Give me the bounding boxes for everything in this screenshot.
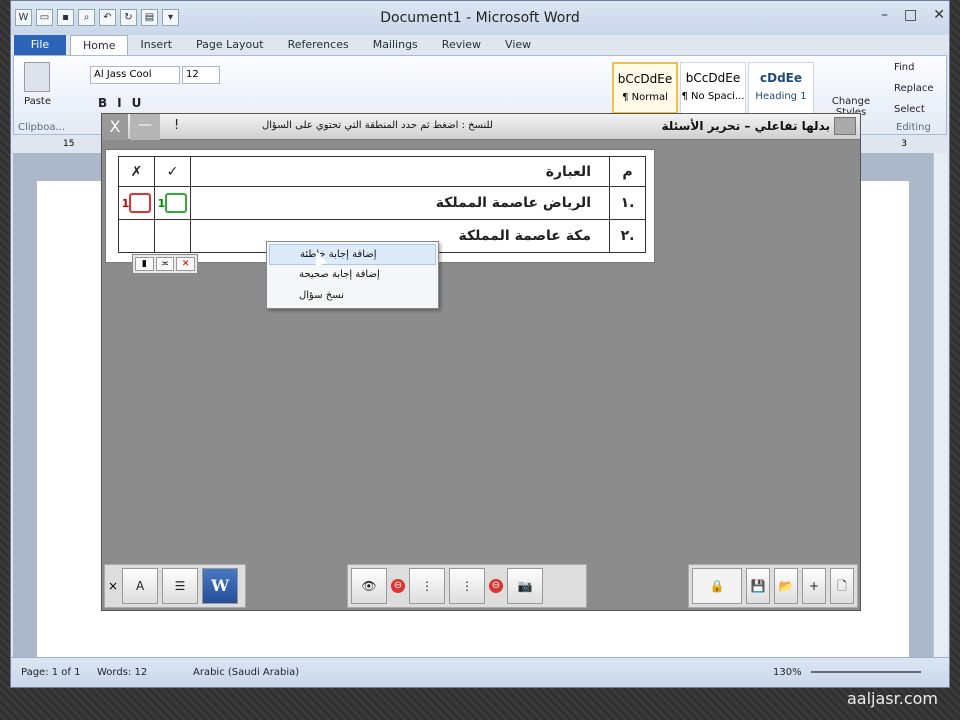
menu-item-copy-question[interactable]: نسخ سؤال [269, 286, 436, 307]
dialog-close-button[interactable]: X [102, 114, 128, 140]
tab-view[interactable]: View [493, 35, 543, 55]
mini-toolbar: ▮ ≍ ✕ [132, 254, 198, 274]
style-heading-1[interactable]: cDdEe Heading 1 [748, 62, 814, 114]
find-button[interactable]: Find [894, 62, 915, 73]
tab-home[interactable]: Home [70, 35, 129, 55]
open-folder-icon[interactable]: 📂 [774, 568, 798, 604]
tab-insert[interactable]: Insert [128, 35, 184, 55]
dialog-option-button[interactable] [834, 117, 856, 135]
text-box-icon[interactable]: A [122, 568, 159, 604]
insert-above-icon[interactable]: ⋮ [449, 568, 485, 604]
style-no-spacing[interactable]: bCcDdEe ¶ No Spaci... [680, 62, 746, 114]
status-bar: Page: 1 of 1 Words: 12 Arabic (Saudi Ara… [11, 657, 949, 687]
row-number: ١. [609, 186, 646, 220]
select-button[interactable]: Select [894, 104, 925, 115]
check-header: ✓ [154, 156, 191, 187]
dialog-instruction: للنسخ : اضغط ثم حدد المنطقة التي تحتوي ع… [262, 120, 493, 131]
style-normal[interactable]: bCcDdEe ¶ Normal [612, 62, 678, 114]
bottom-toolbar-middle: 👁 ⊖ ⋮ ⋮ ⊖ 📷 [347, 564, 587, 608]
mini-toolbar-button[interactable]: ▮ [135, 257, 154, 271]
menu-item-add-right-answer[interactable]: إضافة إجابة صحيحة [269, 265, 436, 286]
vertical-scrollbar[interactable] [933, 153, 947, 657]
zoom-level[interactable]: 130% [773, 667, 802, 678]
add-icon[interactable]: + [802, 568, 826, 604]
question-editor-dialog: X — ! للنسخ : اضغط ثم حدد المنطقة التي ت… [101, 113, 861, 611]
bottom-toolbar-left: × A ☰ W [104, 564, 246, 608]
bottom-toolbar-right: 🔒 💾 📂 + 🗋 [688, 564, 858, 608]
right-answer-cell[interactable] [154, 219, 191, 253]
word-icon[interactable]: W [202, 568, 239, 604]
clipboard-group-label: Clipboa... [18, 122, 66, 133]
paste-button[interactable]: Paste [24, 96, 51, 107]
row-number: ٢. [609, 219, 646, 253]
ribbon-tabs: File Home Insert Page Layout References … [11, 33, 949, 55]
wrong-answer-cell[interactable]: 1 [118, 186, 155, 220]
window-controls: – □ ✕ [881, 7, 945, 23]
window-title: Document1 - Microsoft Word [380, 10, 580, 26]
pin-icon[interactable]: ! [174, 118, 179, 133]
zoom-slider[interactable] [811, 671, 921, 673]
stop-icon[interactable]: ⊖ [489, 579, 503, 593]
statement-text[interactable]: الرياض عاصمة المملكة [190, 186, 610, 220]
tab-page-layout[interactable]: Page Layout [184, 35, 276, 55]
tab-review[interactable]: Review [430, 35, 493, 55]
insert-below-icon[interactable]: ⋮ [409, 568, 445, 604]
mini-toolbar-button[interactable]: ≍ [155, 257, 175, 271]
replace-button[interactable]: Replace [894, 83, 934, 94]
menu-item-add-wrong-answer[interactable]: إضافة إجابة خاطئة [269, 244, 436, 265]
clipboard-icon [24, 62, 50, 92]
cross-header: ✗ [118, 156, 155, 187]
tab-mailings[interactable]: Mailings [361, 35, 430, 55]
stop-icon[interactable]: ⊖ [391, 579, 405, 593]
tab-references[interactable]: References [276, 35, 361, 55]
close-button[interactable]: ✕ [933, 7, 945, 23]
editing-group-label: Editing [896, 122, 931, 133]
eye-icon[interactable]: 👁 [351, 568, 387, 604]
delete-icon[interactable]: ✕ [176, 257, 196, 271]
restore-button[interactable]: □ [904, 7, 917, 23]
dialog-minimize-button[interactable]: — [130, 114, 160, 140]
tab-file[interactable]: File [14, 35, 66, 55]
word-count[interactable]: Words: 12 [97, 667, 147, 678]
font-format-buttons[interactable]: BIU [98, 96, 151, 110]
save-icon[interactable]: 💾 [746, 568, 770, 604]
toolbar-close-icon[interactable]: × [108, 579, 118, 593]
context-menu: إضافة إجابة خاطئة إضافة إجابة صحيحة نسخ … [266, 241, 439, 309]
questions-table: ✗ ✓ العبارة م 1 1 الرياض عاصمة المملكة ١… [105, 149, 655, 309]
lock-icon[interactable]: 🔒 [692, 568, 742, 604]
wrong-answer-cell[interactable] [118, 219, 155, 253]
font-size-box[interactable]: 12 [182, 66, 220, 84]
title-bar: W ▭ ▪ ⌕ ↶ ↻ ▤ ▾ Document1 - Microsoft Wo… [11, 1, 949, 35]
language-indicator[interactable]: Arabic (Saudi Arabia) [193, 667, 299, 678]
right-answer-cell[interactable]: 1 [154, 186, 191, 220]
minimize-button[interactable]: – [881, 7, 888, 23]
dialog-title: بدلها تفاعلي – تحرير الأسئلة [661, 119, 830, 133]
camera-icon[interactable]: 📷 [507, 568, 543, 604]
new-document-icon[interactable]: 🗋 [830, 568, 854, 604]
font-name-box[interactable]: Al Jass Cool [90, 66, 180, 84]
dialog-title-bar: X — ! للنسخ : اضغط ثم حدد المنطقة التي ت… [102, 114, 860, 140]
page-count[interactable]: Page: 1 of 1 [21, 667, 80, 678]
table-icon[interactable]: ☰ [162, 568, 199, 604]
number-header: م [609, 156, 646, 187]
watermark: aaljasr.com [846, 689, 938, 708]
statement-header: العبارة [190, 156, 610, 187]
